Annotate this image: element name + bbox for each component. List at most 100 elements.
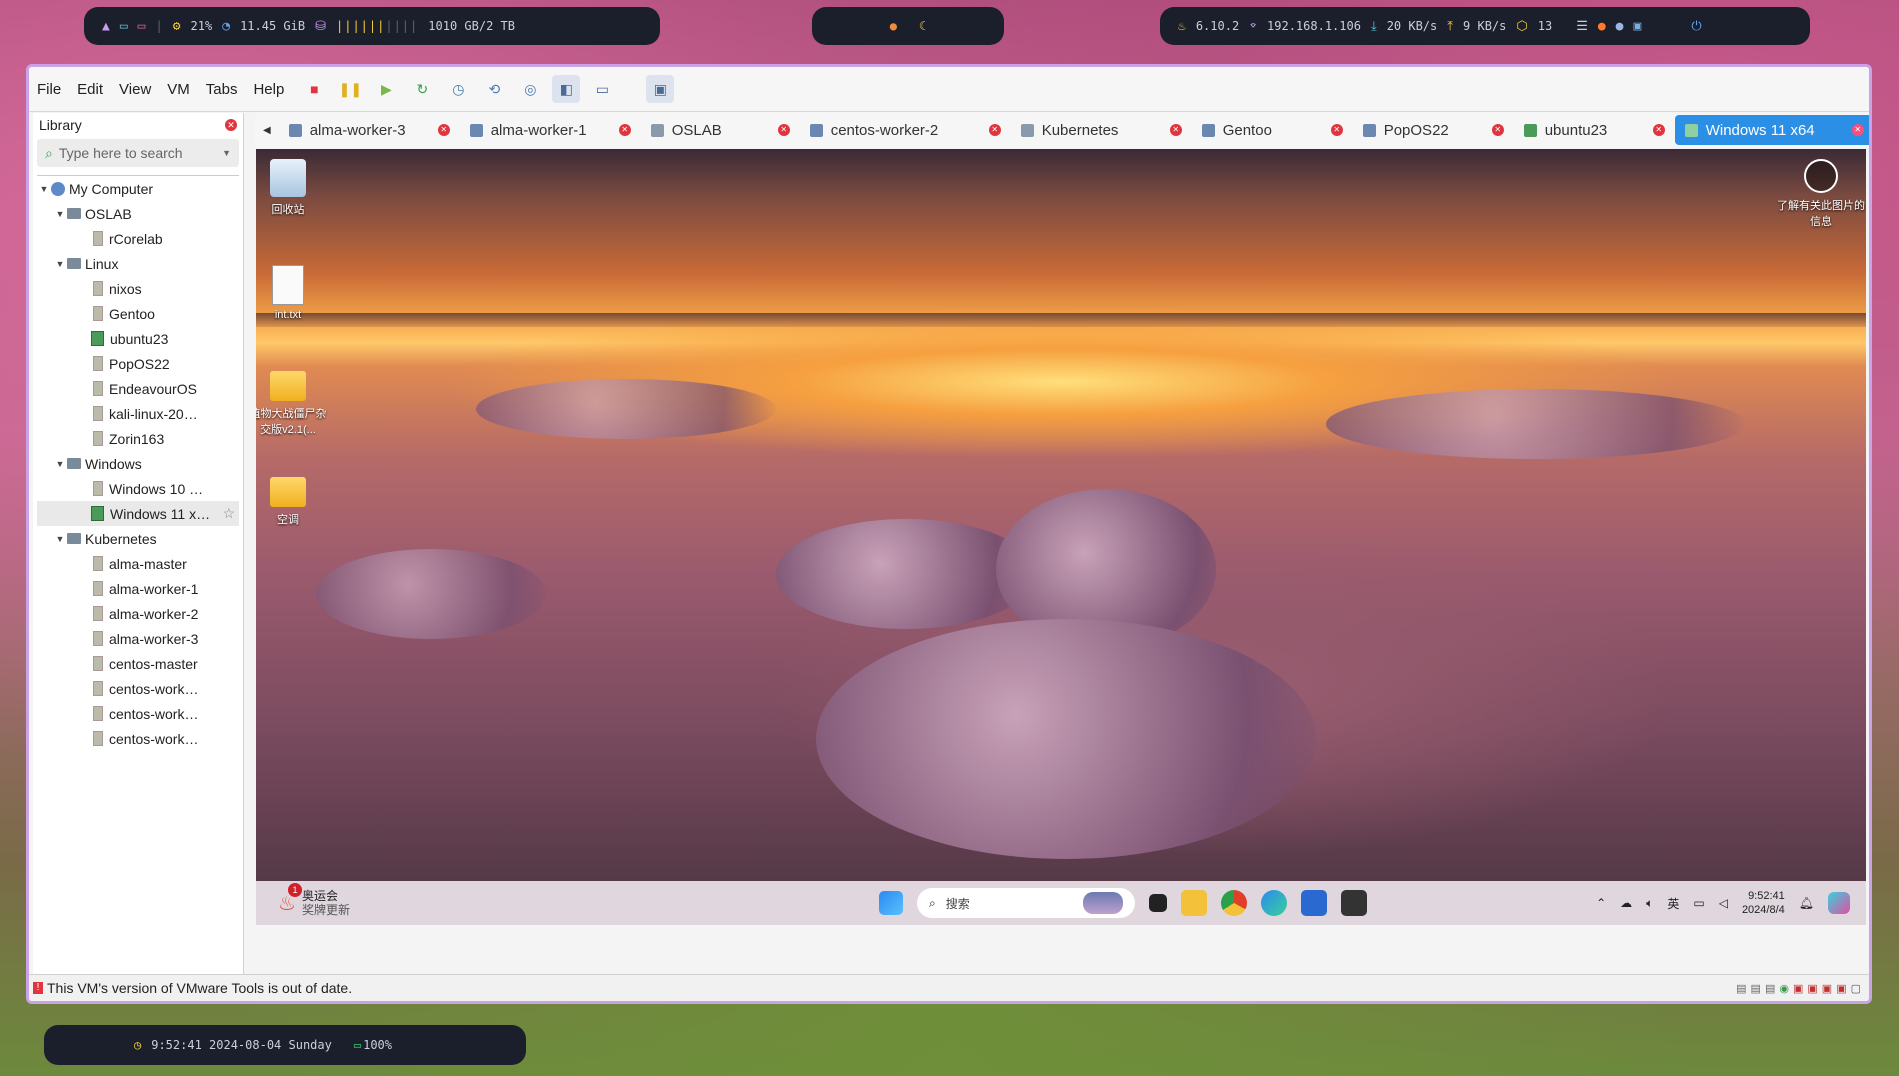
desktop-icon-int-txt[interactable]: int.txt (256, 265, 328, 321)
tree-vm-item[interactable]: EndeavourOS (37, 376, 239, 401)
tab-close-icon[interactable]: ✕ (618, 124, 631, 136)
menu-tabs[interactable]: Tabs (198, 81, 246, 98)
snapshot-manager-icon[interactable]: ◎ (516, 75, 544, 103)
store-icon[interactable] (1301, 890, 1328, 916)
tree-vm-item[interactable]: alma-worker-1 (37, 576, 239, 601)
device-hdd-icon[interactable]: ▤ (1736, 982, 1746, 995)
device-printer-icon[interactable]: ▣ (1822, 982, 1832, 995)
collapse-arrow-icon[interactable]: ▼ (53, 534, 67, 544)
fullscreen-icon[interactable]: ▣ (646, 75, 675, 103)
desktop-icon-aircon[interactable]: 空调 (256, 477, 328, 527)
tree-folder-windows[interactable]: ▼ Windows (37, 451, 239, 476)
monitor-icon[interactable]: ▭ (120, 19, 128, 34)
snapshot-icon[interactable]: ◷ (444, 75, 472, 103)
tab-popos22[interactable]: PopOS22 ✕ (1353, 115, 1514, 145)
tree-vm-item[interactable]: rCorelab (37, 226, 239, 251)
power-icon[interactable]: ⏻ (1691, 19, 1701, 34)
tree-folder-kubernetes[interactable]: ▼ Kubernetes (37, 526, 239, 551)
tab-close-icon[interactable]: ✕ (1491, 124, 1504, 136)
arch-icon[interactable]: ▲ (102, 19, 110, 34)
tab-close-icon[interactable]: ✕ (1652, 124, 1665, 136)
tree-vm-item[interactable]: Gentoo (37, 301, 239, 326)
desktop-icon-recycle-bin[interactable]: 回收站 (256, 159, 328, 217)
menu-file[interactable]: File (29, 81, 69, 98)
taskbar-search-box[interactable]: ⌕ 搜索 (917, 888, 1136, 918)
tab-alma-worker-1[interactable]: alma-worker-1 ✕ (460, 115, 641, 145)
tab-scroll-left-icon[interactable]: ◀ (255, 125, 279, 136)
tree-vm-item-selected[interactable]: Windows 11 x… ☆ (37, 501, 239, 526)
moon-icon[interactable]: ☾ (919, 19, 926, 33)
tab-ubuntu23[interactable]: ubuntu23 ✕ (1514, 115, 1675, 145)
library-search-input[interactable]: ⌕ Type here to search ▼ (37, 139, 239, 167)
tree-vm-item[interactable]: PopOS22 (37, 351, 239, 376)
revert-snapshot-icon[interactable]: ⟲ (480, 75, 508, 103)
taskbar-clock[interactable]: 9:52:41 2024/8/4 (1742, 889, 1785, 917)
windows-start-icon[interactable] (879, 891, 904, 915)
collapse-arrow-icon[interactable]: ▼ (53, 459, 67, 469)
tree-vm-item[interactable]: alma-master (37, 551, 239, 576)
app-tray-icon[interactable]: ● (1616, 19, 1624, 34)
tab-oslab[interactable]: OSLAB ✕ (641, 115, 800, 145)
tab-gentoo[interactable]: Gentoo ✕ (1192, 115, 1353, 145)
show-library-icon[interactable]: ◧ (552, 75, 581, 103)
tree-vm-item[interactable]: nixos (37, 276, 239, 301)
tree-vm-item[interactable]: alma-worker-2 (37, 601, 239, 626)
onedrive-icon[interactable]: ☁ (1620, 896, 1632, 910)
tree-folder-linux[interactable]: ▼ Linux (37, 251, 239, 276)
device-hdd-icon[interactable]: ▤ (1751, 982, 1761, 995)
task-view-icon[interactable] (1149, 894, 1168, 912)
tab-alma-worker-3[interactable]: alma-worker-3 ✕ (279, 115, 460, 145)
vmware-tray-icon[interactable]: ▣ (1634, 19, 1642, 34)
chevron-up-icon[interactable]: ⌃ (1596, 896, 1606, 910)
tab-close-icon[interactable]: ✕ (988, 124, 1001, 136)
tree-vm-item[interactable]: kali-linux-20… (37, 401, 239, 426)
menu-vm[interactable]: VM (159, 81, 198, 98)
tab-kubernetes[interactable]: Kubernetes ✕ (1011, 115, 1192, 145)
tree-vm-item[interactable]: centos-work… (37, 701, 239, 726)
edge-icon[interactable] (1261, 890, 1288, 916)
terminal-icon[interactable] (1341, 890, 1368, 916)
device-usb-icon[interactable]: ▣ (1793, 982, 1803, 995)
device-network-icon[interactable]: ◉ (1779, 982, 1789, 995)
tab-close-icon[interactable]: ✕ (1851, 124, 1864, 136)
collapse-arrow-icon[interactable]: ▼ (53, 209, 67, 219)
chevron-down-icon[interactable]: ▼ (222, 148, 231, 158)
power-off-icon[interactable]: ■ (300, 75, 328, 103)
volume-icon[interactable]: ◁ (1719, 896, 1728, 910)
filter-icon[interactable]: ☰ (1576, 19, 1588, 34)
device-sound-icon[interactable]: ▣ (1807, 982, 1817, 995)
reset-icon[interactable]: ↻ (408, 75, 436, 103)
vm-guest-display[interactable]: 回收站 int.txt 植物大战僵尸杂交版v2.1(... 空调 了解有关此图片… (256, 149, 1866, 925)
menu-edit[interactable]: Edit (69, 81, 111, 98)
tree-vm-item[interactable]: ubuntu23 (37, 326, 239, 351)
menu-help[interactable]: Help (245, 81, 292, 98)
suspend-icon[interactable]: ❚❚ (336, 75, 364, 103)
tree-vm-item[interactable]: centos-master (37, 651, 239, 676)
tree-vm-item[interactable]: centos-work… (37, 676, 239, 701)
speaker-icon[interactable]: 🔈︎ (1646, 896, 1653, 911)
file-explorer-icon[interactable] (1181, 890, 1208, 916)
power-on-icon[interactable]: ▶ (372, 75, 400, 103)
chrome-icon[interactable] (1221, 890, 1248, 916)
package-icon[interactable]: ⬡ (1516, 19, 1527, 34)
tree-vm-item[interactable]: centos-work… (37, 726, 239, 751)
tab-close-icon[interactable]: ✕ (437, 124, 450, 136)
notification-bell-icon[interactable]: 🔔︎ (1799, 896, 1814, 910)
device-display-icon[interactable]: ▣ (1836, 982, 1846, 995)
tree-my-computer[interactable]: ▼ My Computer (37, 176, 239, 201)
menu-view[interactable]: View (111, 81, 159, 98)
favorite-star-icon[interactable]: ☆ (222, 505, 235, 522)
collapse-arrow-icon[interactable]: ▼ (53, 259, 67, 269)
device-cdrom-icon[interactable]: ▤ (1765, 982, 1775, 995)
tree-vm-item[interactable]: Zorin163 (37, 426, 239, 451)
collapse-arrow-icon[interactable]: ▼ (37, 184, 51, 194)
tree-folder-oslab[interactable]: ▼ OSLAB (37, 201, 239, 226)
display-icon[interactable]: ▭ (138, 19, 146, 34)
input-language[interactable]: 英 (1667, 895, 1679, 912)
tree-vm-item[interactable]: alma-worker-3 (37, 626, 239, 651)
firefox-icon[interactable]: ● (1598, 19, 1606, 34)
library-close-icon[interactable]: ✕ (225, 119, 237, 131)
tab-centos-worker-2[interactable]: centos-worker-2 ✕ (800, 115, 1011, 145)
copilot-icon[interactable] (1828, 892, 1850, 914)
tree-vm-item[interactable]: Windows 10 … (37, 476, 239, 501)
